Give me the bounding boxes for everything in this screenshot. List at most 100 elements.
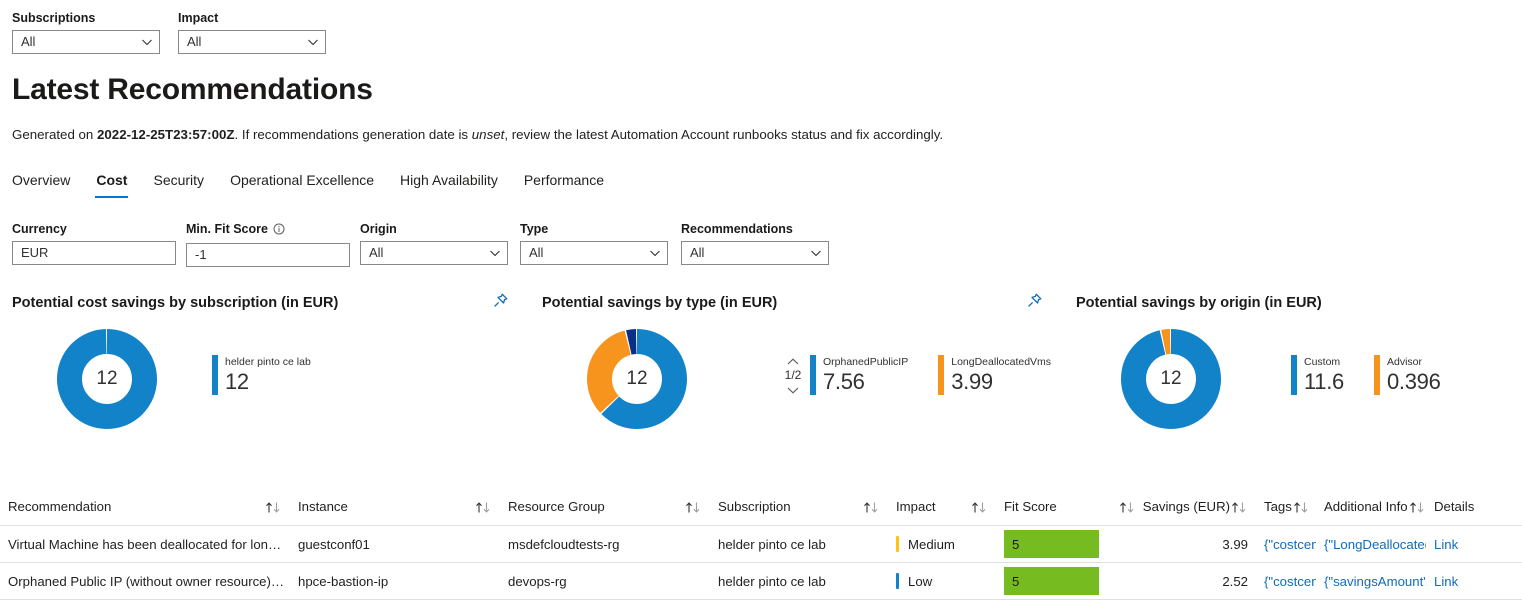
impact-select[interactable]: All [178,30,326,54]
column-header-impact[interactable]: Impact [888,499,996,526]
cell-fit-score: 5 [996,526,1144,563]
chevron-up-icon[interactable] [785,355,801,367]
fit-score-bar: 5 [1004,567,1099,595]
tab-high-availability[interactable]: High Availability [387,170,511,198]
legend-entry[interactable]: Advisor0.396 [1374,355,1441,395]
sort-updown-icon[interactable] [265,499,282,514]
column-header-savings[interactable]: Savings (EUR) [1144,499,1256,526]
details-link[interactable]: Link [1434,537,1458,552]
generated-timestamp: 2022-12-25T23:57:00Z [97,127,235,142]
filter-input[interactable]: -1 [186,243,350,267]
details-link[interactable]: Link [1434,574,1458,589]
cell-instance: guestconf01 [290,526,500,563]
info-icon[interactable] [273,223,285,239]
cell-impact: Low [888,563,996,600]
sort-updown-icon[interactable] [863,499,880,514]
column-header-fit-score[interactable]: Fit Score [996,499,1144,526]
legend-swatch [212,355,218,395]
donut-chart[interactable]: 12 [57,329,157,429]
legend-value: 11.6 [1304,369,1344,395]
legend-swatch [1374,355,1380,395]
column-header-resource-group[interactable]: Resource Group [500,499,710,526]
subscriptions-label: Subscriptions [12,10,160,26]
donut-chart[interactable]: 12 [587,329,687,429]
filter-select[interactable]: All [681,241,829,265]
column-header-tags[interactable]: Tags [1256,499,1316,526]
table-row[interactable]: Virtual Machine has been deallocated for… [0,526,1522,563]
cell-subscription: helder pinto ce lab [710,563,888,600]
cell-recommendation: Virtual Machine has been deallocated for… [0,526,290,563]
legend-name: helder pinto ce lab [225,355,311,369]
legend-value: 12 [225,369,311,395]
cell-instance [290,600,500,608]
sort-updown-icon [1293,501,1310,514]
filter-currency: CurrencyEUR [12,221,176,265]
sort-updown-icon[interactable] [1293,499,1310,514]
filter-value: All [369,242,489,264]
sort-updown-icon[interactable] [475,499,492,514]
subscriptions-select[interactable]: All [12,30,160,54]
tab-security[interactable]: Security [140,170,217,198]
chevron-down-icon [141,36,153,48]
tab-label: High Availability [400,172,498,188]
sort-updown-icon[interactable] [1119,499,1136,514]
column-header-details: Details [1426,499,1522,526]
filter-value: EUR [21,242,169,264]
generated-prefix: Generated on [12,127,97,142]
sort-updown-icon [1231,501,1248,514]
chevron-down-icon[interactable] [785,383,801,395]
sort-updown-icon [1119,501,1136,514]
column-header-label: Resource Group [508,499,605,514]
sort-updown-icon[interactable] [1231,499,1248,514]
legend-swatch [1291,355,1297,395]
pin-icon[interactable] [1024,291,1046,313]
tab-label: Operational Excellence [230,172,374,188]
top-filter-bar: Subscriptions All Impact All [12,10,326,54]
sort-updown-icon[interactable] [1409,499,1426,514]
tab-overview[interactable]: Overview [12,170,83,198]
legend-entry[interactable]: OrphanedPublicIP7.56 [810,355,908,395]
legend-entry[interactable]: Custom11.6 [1291,355,1344,395]
sort-updown-icon [475,501,492,514]
column-header-label: Savings (EUR) [1143,499,1230,514]
legend-entry[interactable]: helder pinto ce lab12 [212,355,311,395]
generated-note: Generated on 2022-12-25T23:57:00Z. If re… [12,126,943,144]
filter-min-fit-score: Min. Fit Score-1 [186,221,350,267]
cell-fit-score: 5 [996,563,1144,600]
filter-select[interactable]: All [520,241,668,265]
pin-icon[interactable] [490,291,512,313]
filter-input[interactable]: EUR [12,241,176,265]
legend-text: Advisor0.396 [1387,355,1441,395]
cell-details: Link [1426,526,1522,563]
column-header-label: Recommendation [8,499,111,514]
table-head: Recommendation Instance Resource Group Subs… [0,499,1522,526]
filter-select[interactable]: All [360,241,508,265]
legend-value: 7.56 [823,369,908,395]
sort-updown-icon[interactable] [971,499,988,514]
legend-entry[interactable]: LongDeallocatedVms3.99 [938,355,1051,395]
donut-chart[interactable]: 12 [1121,329,1221,429]
table-row[interactable]: Orphaned Public IP (without owner resour… [0,563,1522,600]
chart-panel-2: Potential savings by type (in EUR)121/2O… [542,293,777,313]
table-row[interactable] [0,600,1522,608]
sort-updown-icon[interactable] [685,499,702,514]
cell-subscription [710,600,888,608]
column-header-instance[interactable]: Instance [290,499,500,526]
column-header-recommendation[interactable]: Recommendation [0,499,290,526]
column-header-subscription[interactable]: Subscription [710,499,888,526]
cell-tags [1256,600,1316,608]
tab-cost[interactable]: Cost [83,170,140,198]
tab-performance[interactable]: Performance [511,170,617,198]
filter-value: All [690,242,810,264]
chevron-down-icon [649,247,661,259]
column-header-additional-info[interactable]: Additional Info [1316,499,1426,526]
tab-label: Overview [12,172,70,188]
tab-operational-excellence[interactable]: Operational Excellence [217,170,387,198]
recommendations-table: Recommendation Instance Resource Group Subs… [0,499,1522,608]
chart-title: Potential cost savings by subscription (… [12,293,338,313]
cell-additional-info: {"savingsAmount":2. [1316,563,1426,600]
sort-updown-icon [265,501,282,514]
cell-recommendation [0,600,290,608]
cell-tags: {"costcen [1256,526,1316,563]
filter-value: -1 [195,244,343,266]
